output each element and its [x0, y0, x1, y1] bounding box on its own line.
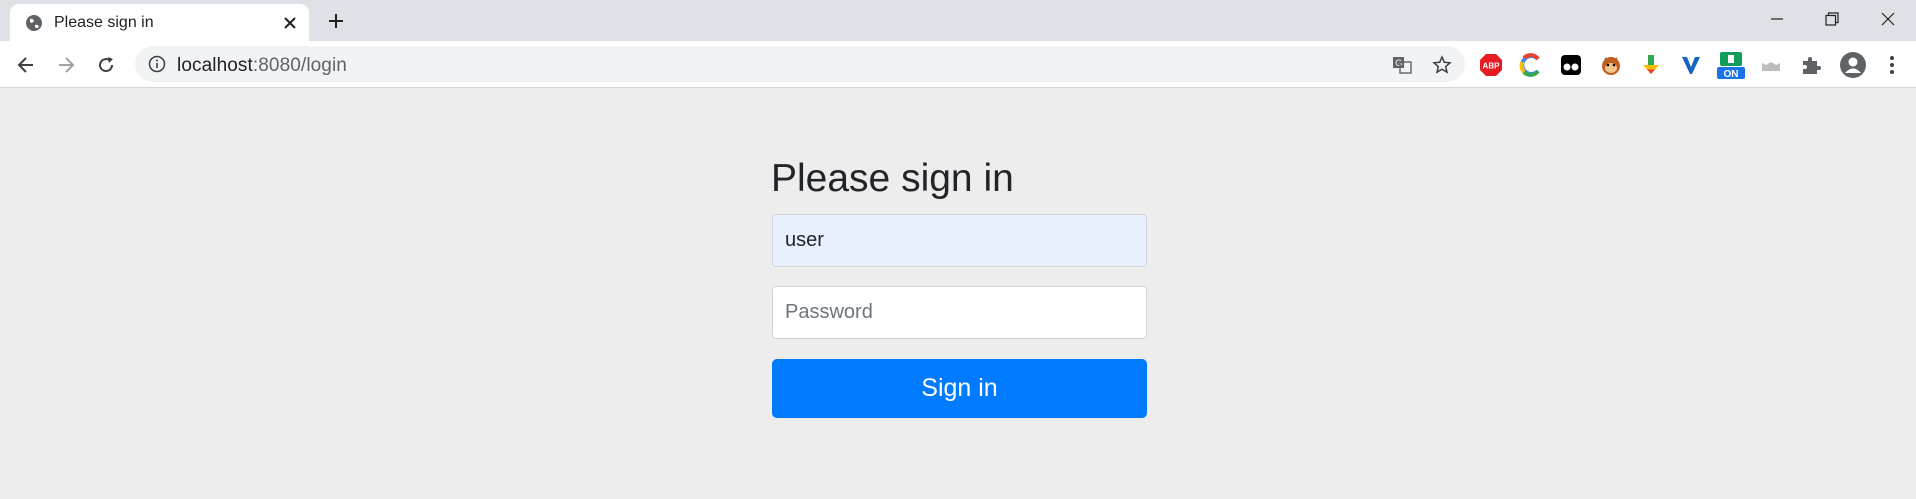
adblock-plus-extension[interactable]: ABP	[1479, 53, 1503, 77]
monkey-extension[interactable]	[1599, 53, 1623, 77]
reload-icon	[99, 57, 114, 73]
back-arrow-icon	[17, 57, 33, 73]
username-input[interactable]	[772, 214, 1147, 267]
adblock-plus-icon: ABP	[1480, 54, 1502, 76]
tampermonkey-icon	[1561, 55, 1581, 75]
new-tab-button[interactable]	[324, 9, 348, 33]
profile-avatar-icon	[1840, 52, 1866, 78]
download-arrow-icon	[1643, 55, 1659, 74]
forward-arrow-icon	[59, 57, 75, 73]
forward-button[interactable]	[51, 50, 81, 80]
minimize-button[interactable]	[1749, 0, 1805, 38]
info-icon[interactable]	[148, 55, 166, 73]
address-bar[interactable]: localhost:8080/login G	[135, 46, 1465, 82]
browser-tab[interactable]: Please sign in	[10, 4, 309, 42]
plus-icon	[329, 14, 343, 28]
browser-toolbar: localhost:8080/login G ABP ON	[0, 41, 1916, 88]
extensions-menu-button[interactable]	[1799, 53, 1823, 77]
browser-tab-strip: Please sign in	[0, 0, 1916, 42]
close-icon	[284, 17, 296, 29]
restore-icon	[1825, 12, 1839, 26]
reload-button[interactable]	[91, 50, 121, 80]
svg-text:G: G	[1395, 58, 1402, 68]
monkey-face-icon	[1602, 57, 1620, 75]
restore-button[interactable]	[1804, 0, 1860, 38]
bookmark-button[interactable]	[1431, 54, 1453, 76]
google-colors-icon	[1519, 53, 1540, 77]
on-toggle-icon: ON	[1717, 52, 1745, 79]
google-colors-extension[interactable]	[1519, 53, 1543, 77]
vpn-extension[interactable]	[1679, 53, 1703, 77]
profile-button[interactable]	[1839, 51, 1867, 79]
grey-extension[interactable]	[1759, 53, 1783, 77]
browser-menu-button[interactable]	[1880, 53, 1904, 77]
tab-close-button[interactable]	[280, 13, 300, 33]
window-close-button[interactable]	[1860, 0, 1916, 38]
sign-in-button[interactable]: Sign in	[772, 359, 1147, 418]
url-text: localhost:8080/login	[177, 55, 347, 77]
minimize-icon	[1771, 18, 1783, 20]
page-title: Please sign in	[771, 157, 1014, 200]
puzzle-icon	[1803, 57, 1821, 74]
adblock-badge: ABP	[1483, 62, 1501, 71]
login-page: Please sign in Sign in	[0, 89, 1916, 499]
url-host: localhost	[177, 55, 253, 76]
close-icon	[1881, 12, 1895, 26]
downloader-extension[interactable]	[1639, 53, 1663, 77]
translate-icon: G	[1393, 57, 1412, 74]
bookmark-star-icon	[1432, 55, 1452, 74]
globe-icon	[26, 15, 42, 31]
url-path: :8080/login	[252, 55, 347, 76]
vpn-v-icon	[1682, 57, 1700, 74]
translate-button[interactable]: G	[1391, 54, 1413, 76]
tab-title: Please sign in	[54, 14, 154, 31]
kebab-menu-icon	[1890, 56, 1894, 74]
back-button[interactable]	[11, 50, 41, 80]
password-input[interactable]	[772, 286, 1147, 339]
on-toggle-extension[interactable]: ON	[1717, 51, 1745, 79]
on-badge: ON	[1724, 69, 1739, 79]
tampermonkey-extension[interactable]	[1559, 53, 1583, 77]
grey-extension-icon	[1762, 62, 1780, 71]
